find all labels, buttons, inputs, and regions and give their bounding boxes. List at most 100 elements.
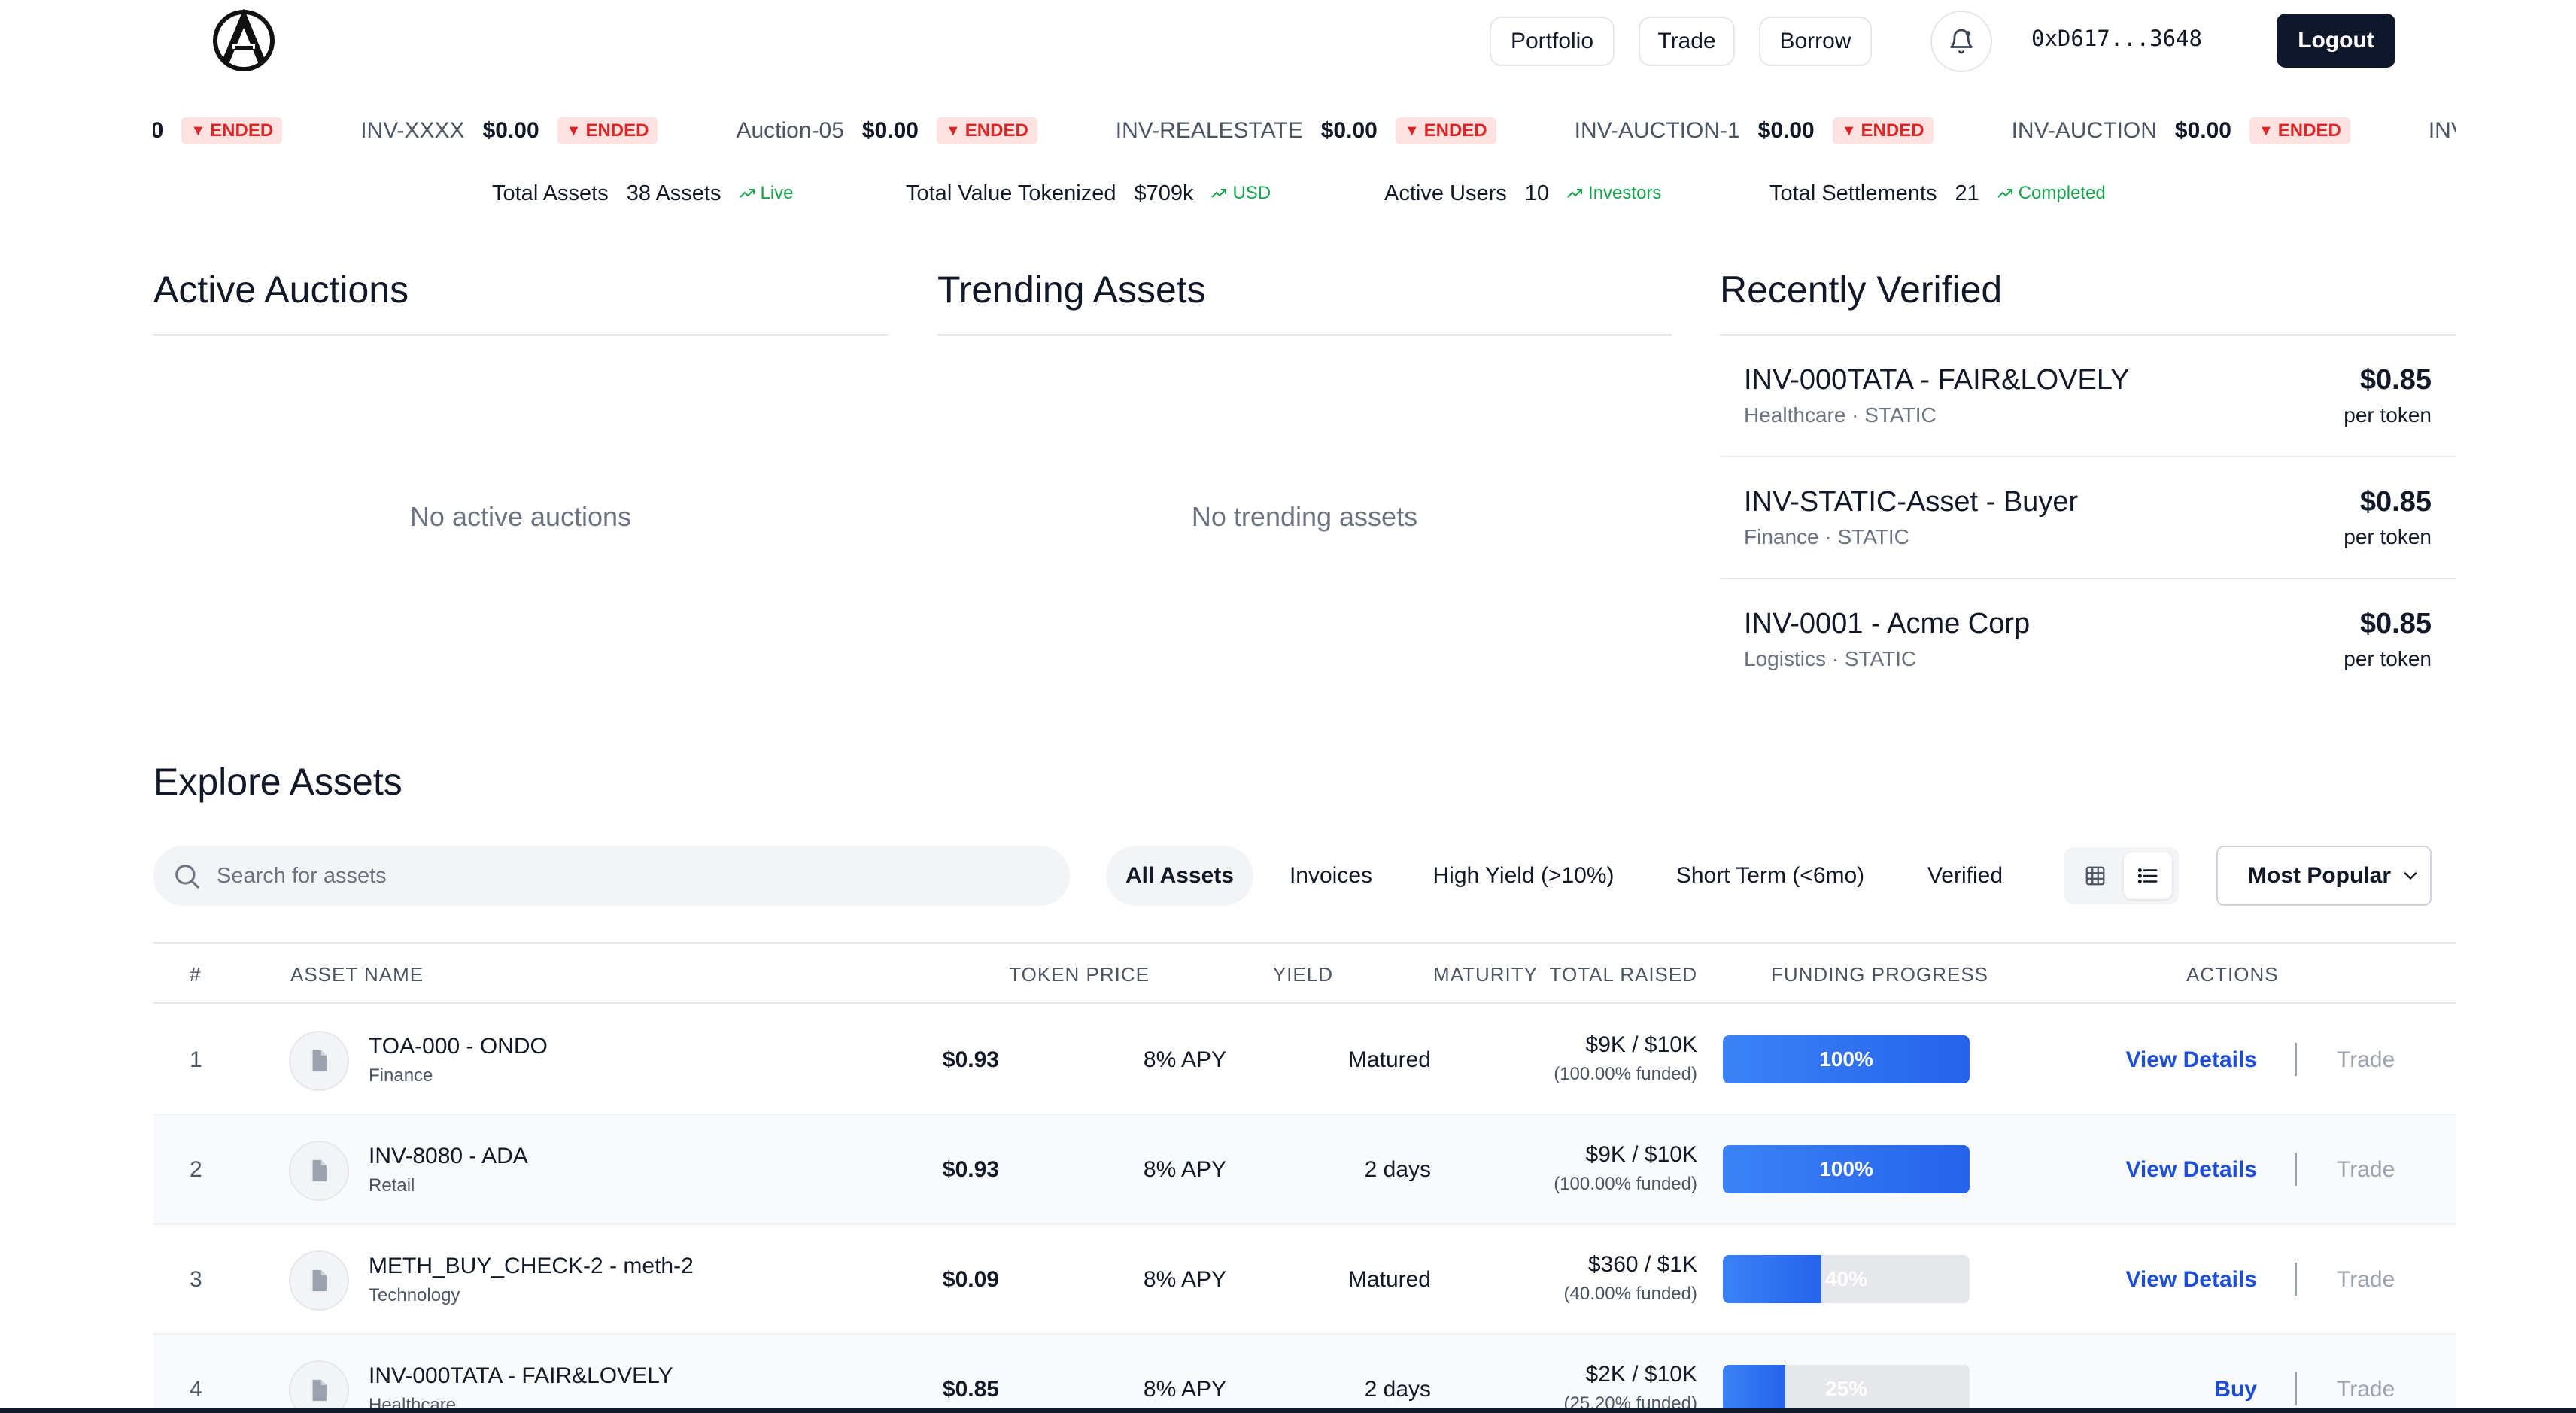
ticker-item[interactable]: INV-AUCTION $0.00 ▼ ENDED [2012,117,2350,144]
maturity-value: Matured [1347,1267,1431,1292]
verified-asset-price: $0.85 [2359,608,2432,640]
verified-asset-item[interactable]: INV-0001 - Acme Corp Logistics · STATIC … [1720,579,2456,701]
table-row[interactable]: 4 INV-000TATA - FAIR&LOVELY Healthcare $0.8… [153,1335,2456,1413]
list-view-button[interactable] [2124,852,2172,899]
view-details-link[interactable]: View Details [2125,1157,2257,1183]
total-raised: $9K / $10K [1585,1032,1697,1057]
divider [2295,1372,2297,1405]
status-badge: ▼ ENDED [1832,117,1934,144]
funding-progress-bar: 40% [1723,1255,1970,1303]
trade-button[interactable]: Trade [2337,1157,2395,1183]
trade-button[interactable]: Trade [2337,1377,2395,1402]
document-icon [312,1159,327,1182]
verified-asset-unit: per token [2344,647,2432,670]
brand-logo-icon[interactable] [212,9,275,72]
ticker-item[interactable]: INV-REALESTATE $0.00 ▼ ENDED [1116,117,1496,144]
table-header: # ASSET NAME TOKEN PRICE YIELD MATURITY … [153,944,2456,1004]
list-icon [2137,868,2158,883]
verified-asset-item[interactable]: INV-STATIC-Asset - Buyer Finance · STATI… [1720,457,2456,579]
asset-name[interactable]: METH_BUY_CHECK-2 - meth-2 [369,1253,694,1279]
yield-value: 8% APY [1143,1047,1226,1072]
trade-button[interactable]: Trade [2337,1267,2395,1293]
nav-borrow-button[interactable]: Borrow [1759,17,1872,66]
ticker-asset-name: INV-XXXX [360,118,465,143]
funded-percent: (40.00% funded) [1563,1284,1697,1304]
ticker-item[interactable]: INV-AUCTION-1 $0.00 ▼ ENDED [1575,117,1934,144]
notifications-button[interactable] [1930,11,1992,72]
ticker-asset-price: 00 [153,118,164,143]
filter-verified[interactable]: Verified [1905,846,2025,906]
table-row[interactable]: 2 INV-8080 - ADA Retail $0.93 8% APY 2 days $9… [153,1115,2456,1225]
verified-asset-unit: per token [2344,525,2432,548]
funded-percent: (100.00% funded) [1554,1174,1697,1194]
token-price: $0.93 [942,1047,999,1072]
asset-name[interactable]: INV-000TATA - FAIR&LOVELY [369,1363,673,1389]
asset-name[interactable]: TOA-000 - ONDO [369,1034,548,1059]
col-asset-name: ASSET NAME [290,963,424,986]
verified-asset-price: $0.85 [2359,486,2432,518]
wallet-address[interactable]: 0xD617...3648 [2031,26,2202,56]
col-actions: ACTIONS [2186,963,2279,986]
verified-asset-price: $0.85 [2359,364,2432,396]
asset-thumbnail [289,1360,349,1413]
trending-up-icon [1211,189,1227,198]
status-badge-label: ENDED [585,120,649,141]
verified-asset-meta: Logistics · STATIC [1744,647,1917,670]
search-icon [175,865,199,889]
divider [2295,1153,2297,1186]
nav-portfolio-button[interactable]: Portfolio [1490,17,1615,66]
col-funding-progress: FUNDING PROGRESS [1771,963,1989,986]
maturity-value: Matured [1347,1047,1431,1072]
filter-all-assets[interactable]: All Assets [1106,846,1253,906]
ticker-item[interactable]: Auction-05 $0.00 ▼ ENDED [736,117,1037,144]
trending-up-icon [1567,189,1583,198]
total-raised: $360 / $1K [1587,1252,1697,1277]
funding-progress-bar: 25% [1723,1365,1970,1413]
view-details-link[interactable]: View Details [2125,1047,2257,1073]
sort-select[interactable]: Most Popular [2216,846,2432,906]
sort-select-value: Most Popular [2248,863,2392,888]
ticker-asset-price: $0.00 [861,118,919,143]
asset-thumbnail [289,1031,349,1091]
status-badge: ▼ ENDED [557,117,658,144]
funding-progress-bar: 100% [1723,1145,1970,1193]
stat-total-settlements: Total Settlements 21 Completed [1769,181,2106,205]
nav-trade-button[interactable]: Trade [1639,17,1735,66]
ticker-asset-name: INV-AUCTION-1 [1574,118,1740,143]
stat-active-users: Active Users 10 Investors [1384,181,1662,205]
view-toggle [2064,847,2179,904]
ticker-asset-name: INV- [2428,118,2456,143]
status-badge-label: ENDED [1423,120,1487,141]
ticker-item[interactable]: INV- [2429,118,2456,144]
search-input[interactable] [217,863,1044,889]
token-price: $0.09 [942,1267,999,1292]
status-badge-label: ENDED [1861,120,1924,141]
verified-asset-item[interactable]: INV-000TATA - FAIR&LOVELY Healthcare · S… [1720,336,2456,457]
filter-invoices[interactable]: Invoices [1270,846,1392,906]
filter-short-term[interactable]: Short Term (<6mo) [1655,846,1885,906]
triangle-down-icon: ▼ [2259,122,2274,139]
logout-button[interactable]: Logout [2277,14,2395,68]
viewport-edge [0,1408,2576,1413]
trending-up-icon [739,189,755,198]
asset-name[interactable]: INV-8080 - ADA [369,1144,528,1169]
grid-view-button[interactable] [2071,852,2119,899]
col-maturity: MATURITY [1433,963,1538,986]
filter-high-yield[interactable]: High Yield (>10%) [1414,846,1633,906]
col-yield: YIELD [1272,963,1333,986]
trending-up-icon [1997,189,2012,198]
ticker-item[interactable]: INV-XXXX $0.00 ▼ ENDED [360,117,658,144]
ticker-item[interactable]: 00 ▼ENDED [153,117,283,144]
view-details-link[interactable]: View Details [2125,1267,2257,1293]
table-row[interactable]: 3 METH_BUY_CHECK-2 - meth-2 Technology $0.0… [153,1225,2456,1335]
funding-progress-bar: 100% [1723,1035,1970,1083]
explore-assets-title: Explore Assets [153,761,402,803]
divider [2295,1263,2297,1296]
trending-assets-title: Trending Assets [937,269,1206,311]
row-number: 3 [190,1267,202,1292]
trade-button[interactable]: Trade [2337,1047,2395,1073]
triangle-down-icon: ▼ [1404,122,1420,139]
ticker-asset-price: $0.00 [482,118,539,143]
buy-button[interactable]: Buy [2214,1377,2257,1402]
table-row[interactable]: 1 TOA-000 - ONDO Finance $0.93 8% APY Matured… [153,1005,2456,1115]
